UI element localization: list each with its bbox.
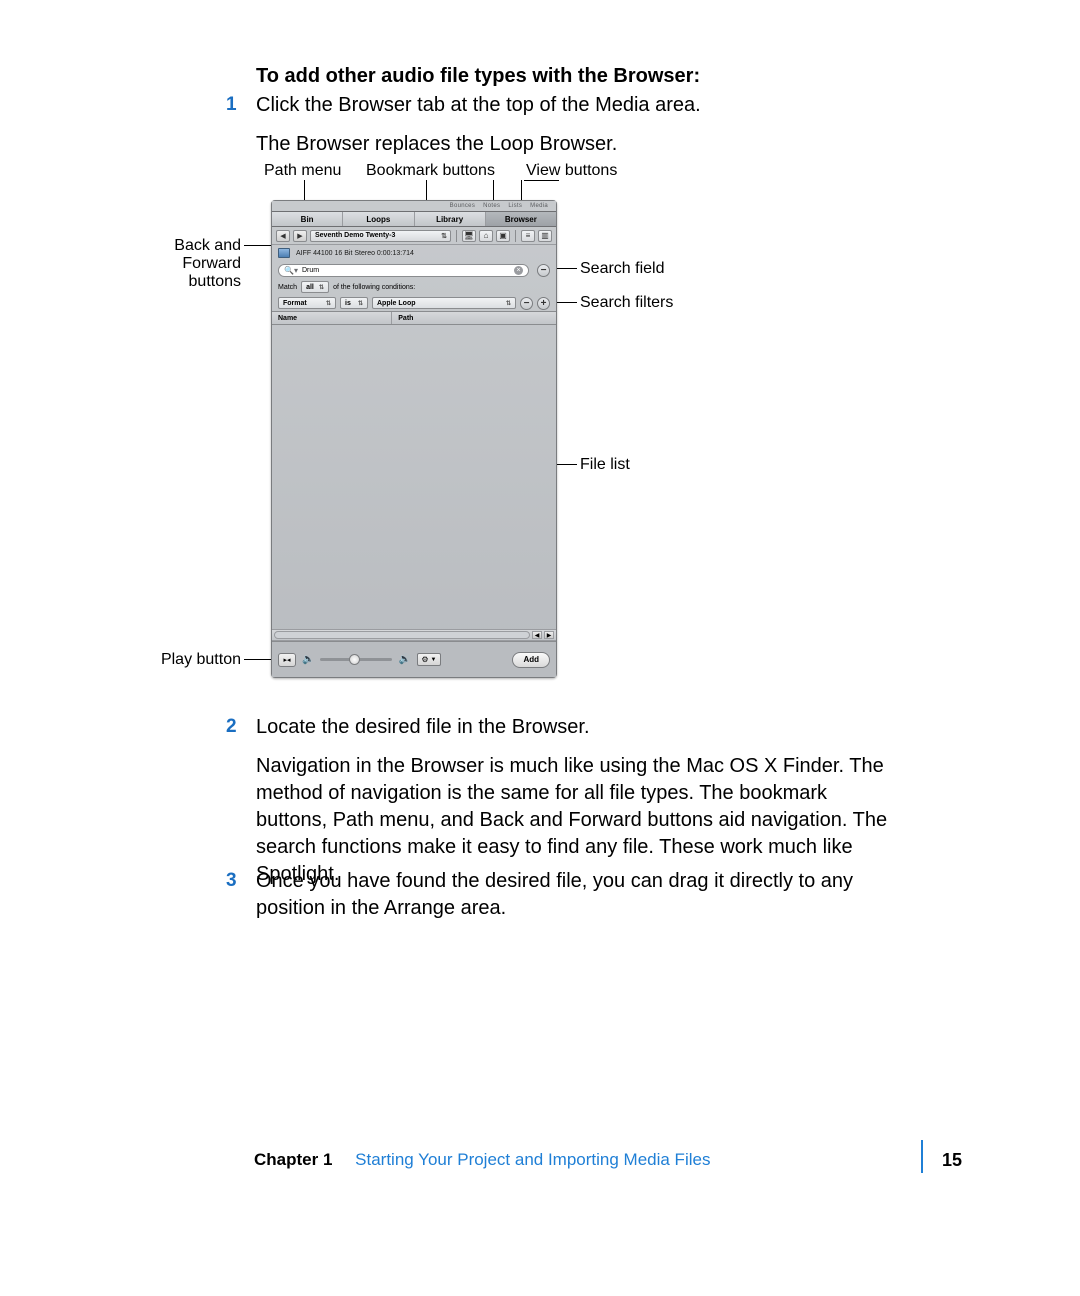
callout-path-menu: Path menu (264, 162, 341, 180)
panel-title-tabs: Bounces Notes Lists Media (272, 201, 556, 211)
filter-row-1: Format ⇅ is ⇅ Apple Loop ⇅ − + (272, 295, 556, 311)
speaker-loud-icon[interactable]: 🔊 (398, 654, 410, 665)
callout-search-field: Search field (580, 260, 665, 278)
page-number: 15 (942, 1150, 962, 1171)
match-post: of the following conditions: (333, 284, 415, 291)
callout-file-list: File list (580, 456, 630, 474)
slider-thumb[interactable] (349, 654, 360, 665)
match-mode-value: all (306, 284, 314, 291)
footer-divider (921, 1140, 923, 1173)
horizontal-scrollbar[interactable]: ◀ ▶ (272, 629, 556, 641)
waveform-icon (278, 248, 290, 258)
blur-tab-1: Notes (483, 203, 500, 209)
filter-value-select[interactable]: Apple Loop ⇅ (372, 297, 516, 309)
tab-library[interactable]: Library (415, 212, 486, 226)
chevron-down-icon: ⇅ (506, 300, 511, 307)
match-row: Match all ⇅ of the following conditions: (272, 279, 556, 295)
filter-remove-button[interactable]: − (520, 297, 533, 310)
step-1-line-1: Click the Browser tab at the top of the … (256, 92, 896, 119)
step-1-number: 1 (226, 92, 237, 118)
callout-play-button: Play button (156, 651, 241, 669)
blur-tab-0: Bounces (450, 203, 475, 209)
gear-icon: ⚙ (421, 655, 428, 664)
search-input[interactable]: 🔍▾ Drum × (278, 264, 529, 277)
column-header-name[interactable]: Name (272, 312, 391, 324)
scroll-left-icon[interactable]: ◀ (532, 631, 542, 639)
filter-op-value: is (345, 300, 351, 307)
media-tabs: Bin Loops Library Browser (272, 211, 556, 227)
tab-browser[interactable]: Browser (486, 212, 556, 226)
panel-footer: ▸◂ 🔈 🔊 ⚙ ▼ Add (272, 641, 556, 677)
action-menu[interactable]: ⚙ ▼ (417, 653, 441, 666)
forward-button[interactable]: ▶ (293, 230, 307, 242)
tab-loops[interactable]: Loops (343, 212, 414, 226)
format-info-text: AIFF 44100 16 Bit Stereo 0:00:13:714 (296, 250, 414, 257)
match-mode-select[interactable]: all ⇅ (301, 281, 329, 293)
step-2-line-1: Locate the desired file in the Browser. (256, 714, 896, 741)
search-value: Drum (302, 267, 319, 274)
chevron-down-icon: ⇅ (326, 300, 331, 307)
remove-filter-button[interactable]: − (537, 264, 550, 277)
search-row: 🔍▾ Drum × − (272, 261, 556, 279)
section-heading: To add other audio file types with the B… (256, 65, 700, 88)
play-button[interactable]: ▸◂ (278, 653, 296, 667)
speaker-mute-icon[interactable]: 🔈 (302, 654, 314, 665)
bookmark-home-icon[interactable]: ⌂ (479, 230, 493, 242)
step-2-number: 2 (226, 714, 237, 740)
chevron-down-icon: ⇅ (319, 284, 324, 291)
format-info-row: AIFF 44100 16 Bit Stereo 0:00:13:714 (272, 245, 556, 261)
filter-attr-select[interactable]: Format ⇅ (278, 297, 336, 309)
search-icon: 🔍▾ (284, 266, 298, 275)
scroll-right-icon[interactable]: ▶ (544, 631, 554, 639)
column-header-path[interactable]: Path (391, 312, 556, 324)
file-list-header: Name Path (272, 311, 556, 325)
view-list-icon[interactable]: ≡ (521, 230, 535, 242)
path-menu-value: Seventh Demo Twenty-3 (315, 232, 395, 239)
path-menu[interactable]: Seventh Demo Twenty-3 ⇅ (310, 230, 451, 242)
callout-view-buttons: View buttons (526, 162, 617, 180)
clear-search-icon[interactable]: × (514, 266, 523, 275)
step-1-line-2: The Browser replaces the Loop Browser. (256, 131, 896, 158)
step-2: 2 Locate the desired file in the Browser… (256, 714, 896, 888)
match-pre: Match (278, 284, 297, 291)
add-button[interactable]: Add (512, 652, 550, 668)
page-footer: Chapter 1 Starting Your Project and Impo… (254, 1150, 710, 1170)
volume-slider[interactable] (320, 658, 392, 661)
filter-op-select[interactable]: is ⇅ (340, 297, 368, 309)
chevron-down-icon: ⇅ (358, 300, 363, 307)
back-button[interactable]: ◀ (276, 230, 290, 242)
select-arrows-icon: ⇅ (441, 232, 446, 240)
filter-value-text: Apple Loop (377, 300, 416, 307)
filter-add-button[interactable]: + (537, 297, 550, 310)
callout-bookmark-buttons: Bookmark buttons (366, 162, 495, 180)
callout-back-forward-text: Back and Forward buttons (174, 237, 241, 290)
blur-tab-3: Media (530, 203, 548, 209)
screenshot-panel: Bounces Notes Lists Media Bin Loops Libr… (271, 200, 557, 678)
tab-bin[interactable]: Bin (272, 212, 343, 226)
footer-title: Starting Your Project and Importing Medi… (355, 1150, 710, 1169)
step-3: 3 Once you have found the desired file, … (256, 868, 896, 922)
callout-back-forward: Back and Forward buttons (126, 237, 241, 291)
bookmark-project-icon[interactable]: ▣ (496, 230, 510, 242)
step-1: 1 Click the Browser tab at the top of th… (256, 92, 896, 158)
blur-tab-2: Lists (508, 203, 522, 209)
footer-chapter: Chapter 1 (254, 1150, 332, 1169)
step-3-line-1: Once you have found the desired file, yo… (256, 868, 896, 922)
chevron-down-icon: ▼ (431, 657, 437, 663)
path-row: ◀ ▶ Seventh Demo Twenty-3 ⇅ 🖥 ⌂ ▣ ≡ ▥ (272, 227, 556, 245)
bookmark-computer-icon[interactable]: 🖥 (462, 230, 476, 242)
step-3-number: 3 (226, 868, 237, 894)
view-column-icon[interactable]: ▥ (538, 230, 552, 242)
filter-attr-value: Format (283, 300, 307, 307)
callout-search-filters: Search filters (580, 294, 673, 312)
